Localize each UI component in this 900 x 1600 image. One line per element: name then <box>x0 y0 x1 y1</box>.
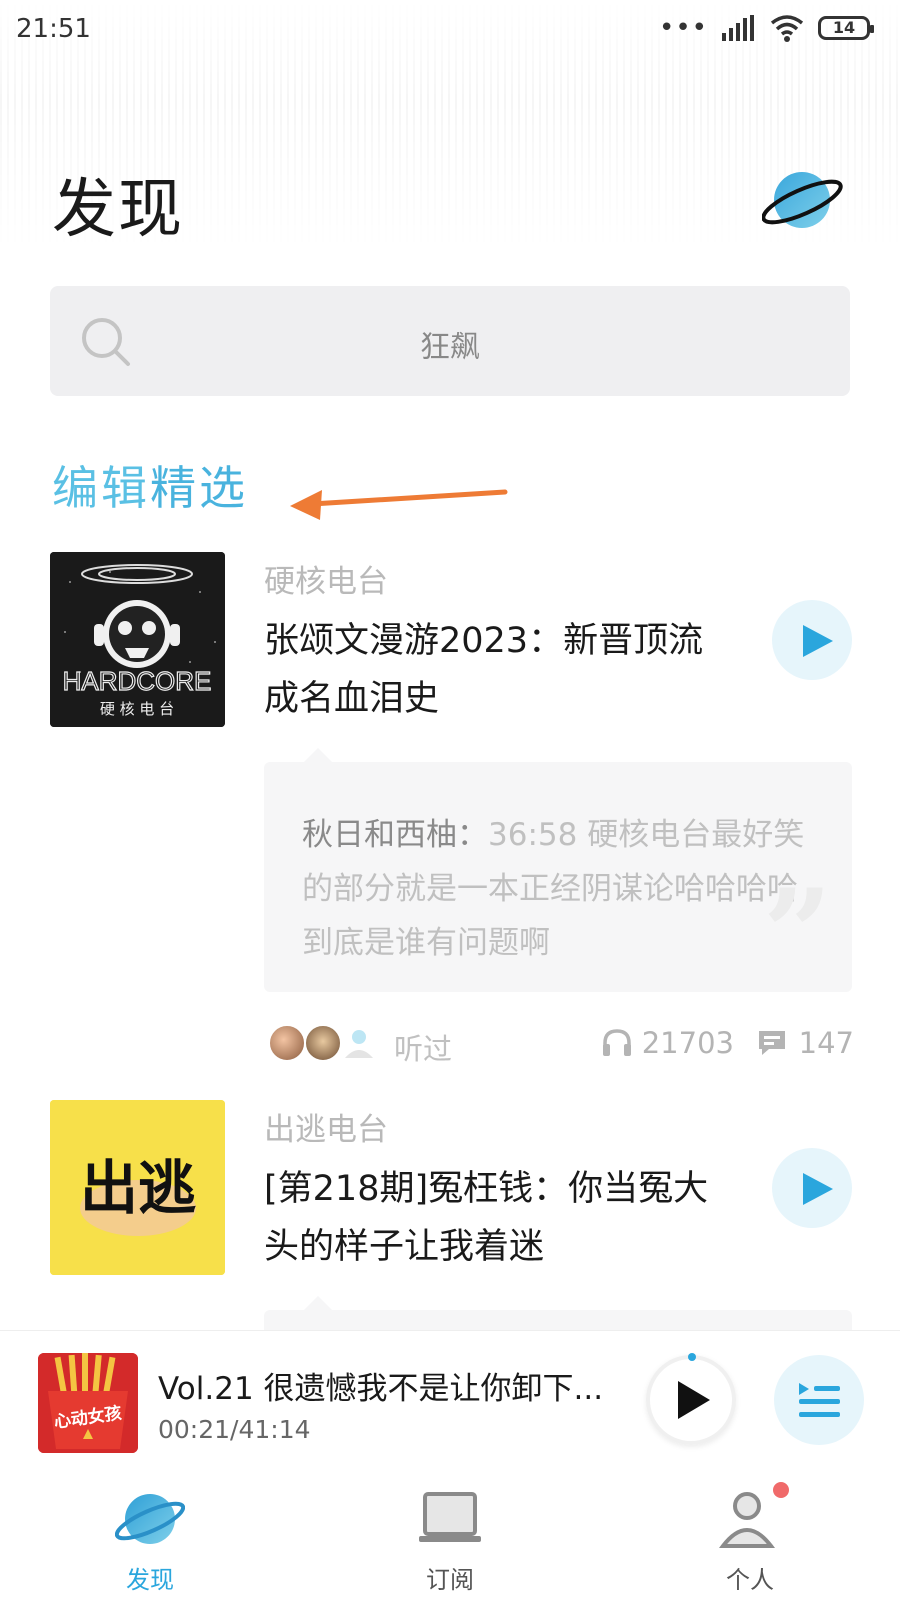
episode-title[interactable]: [第218期]冤枉钱：你当冤大头的样子让我着迷 <box>264 1160 724 1276</box>
battery-icon: 14 <box>818 16 874 40</box>
podcast-cover-icon: 心动女孩 <box>38 1353 138 1453</box>
avatar[interactable] <box>268 1024 306 1062</box>
now-playing-time: 00:21/41:14 <box>158 1415 311 1444</box>
comment-count-value: 147 <box>798 1026 854 1060</box>
search-placeholder: 狂飙 <box>420 330 480 365</box>
cover-title: 出逃 <box>80 1154 196 1222</box>
default-avatar-icon <box>345 1030 373 1058</box>
tab-profile-label: 个人 <box>726 1566 774 1594</box>
episode-cover[interactable]: HARDCORE 硬 核 电 台 <box>50 552 225 727</box>
section-title: 编辑精选 <box>52 452 248 518</box>
status-bar: 21:51 ••• 14 <box>0 0 900 64</box>
now-playing-title[interactable]: Vol.21 很遗憾我不是让你卸下... <box>158 1363 608 1408</box>
comment-icon <box>758 1031 785 1055</box>
playlist-icon <box>799 1383 840 1417</box>
mini-play-button[interactable] <box>646 1355 736 1445</box>
cover-subtitle: 硬 核 电 台 <box>100 700 174 718</box>
episode-meta-row: 听过 21703 147 <box>264 1018 854 1068</box>
notification-badge <box>773 1482 789 1498</box>
headphones-icon <box>602 1029 631 1056</box>
tab-subscribe-label: 订阅 <box>426 1566 474 1594</box>
playlist-button[interactable] <box>774 1355 864 1445</box>
play-icon <box>678 1381 710 1419</box>
more-dots-icon: ••• <box>658 13 708 43</box>
progress-indicator <box>688 1353 696 1361</box>
play-count: 21703 <box>602 1026 734 1060</box>
search-bar[interactable]: 狂飙 <box>50 286 850 396</box>
signal-icon <box>722 15 754 41</box>
quote-icon: ” <box>762 863 832 1004</box>
play-icon <box>803 1173 833 1205</box>
episode-cover[interactable]: 出逃 <box>50 1100 225 1275</box>
comment-count[interactable]: 147 <box>757 1026 854 1060</box>
comment-card[interactable]: 秋日和西柚：36:58 硬核电台最好笑的部分就是一本正经阴谋论哈哈哈哈到底是谁有… <box>264 748 852 1004</box>
section-title-part1: 编辑 <box>52 461 150 515</box>
episode-channel[interactable]: 出逃电台 <box>264 1104 388 1149</box>
avatar[interactable] <box>340 1024 378 1062</box>
tab-discover-label: 发现 <box>126 1566 174 1594</box>
status-icons: ••• 14 <box>658 13 874 43</box>
play-button[interactable] <box>772 1148 852 1228</box>
planet-icon[interactable] <box>762 164 844 236</box>
section-title-part2: 精选 <box>150 461 248 515</box>
play-button[interactable] <box>772 600 852 680</box>
bottom-navigation: 发现 订阅 个人 <box>0 1460 900 1600</box>
avatar[interactable] <box>304 1024 342 1062</box>
tab-subscribe[interactable]: 订阅 <box>300 1460 600 1600</box>
play-icon <box>803 625 833 657</box>
play-count-value: 21703 <box>641 1026 734 1060</box>
episode-title[interactable]: 张颂文漫游2023：新晋顶流成名血泪史 <box>264 612 724 728</box>
wifi-icon <box>770 15 804 42</box>
hardcore-logo-icon: HARDCORE 硬 核 电 台 <box>50 552 225 727</box>
mini-player-cover[interactable]: 心动女孩 <box>38 1353 138 1453</box>
annotation-arrow-icon <box>290 489 508 520</box>
comment-author: 秋日和西柚： <box>302 817 488 853</box>
tab-discover[interactable]: 发现 <box>0 1460 300 1600</box>
planet-icon <box>115 1494 185 1544</box>
mini-player[interactable]: 心动女孩 Vol.21 很遗憾我不是让你卸下... 00:21/41:14 <box>0 1330 900 1460</box>
page-title: 发现 <box>52 173 184 247</box>
listened-label: 听过 <box>394 1032 453 1066</box>
subscribe-icon <box>419 1492 481 1542</box>
episode-channel[interactable]: 硬核电台 <box>264 556 388 601</box>
escape-logo-icon: 出逃 <box>50 1100 225 1275</box>
status-time: 21:51 <box>16 14 91 44</box>
cover-title: HARDCORE <box>63 666 212 696</box>
tab-profile[interactable]: 个人 <box>600 1460 900 1600</box>
